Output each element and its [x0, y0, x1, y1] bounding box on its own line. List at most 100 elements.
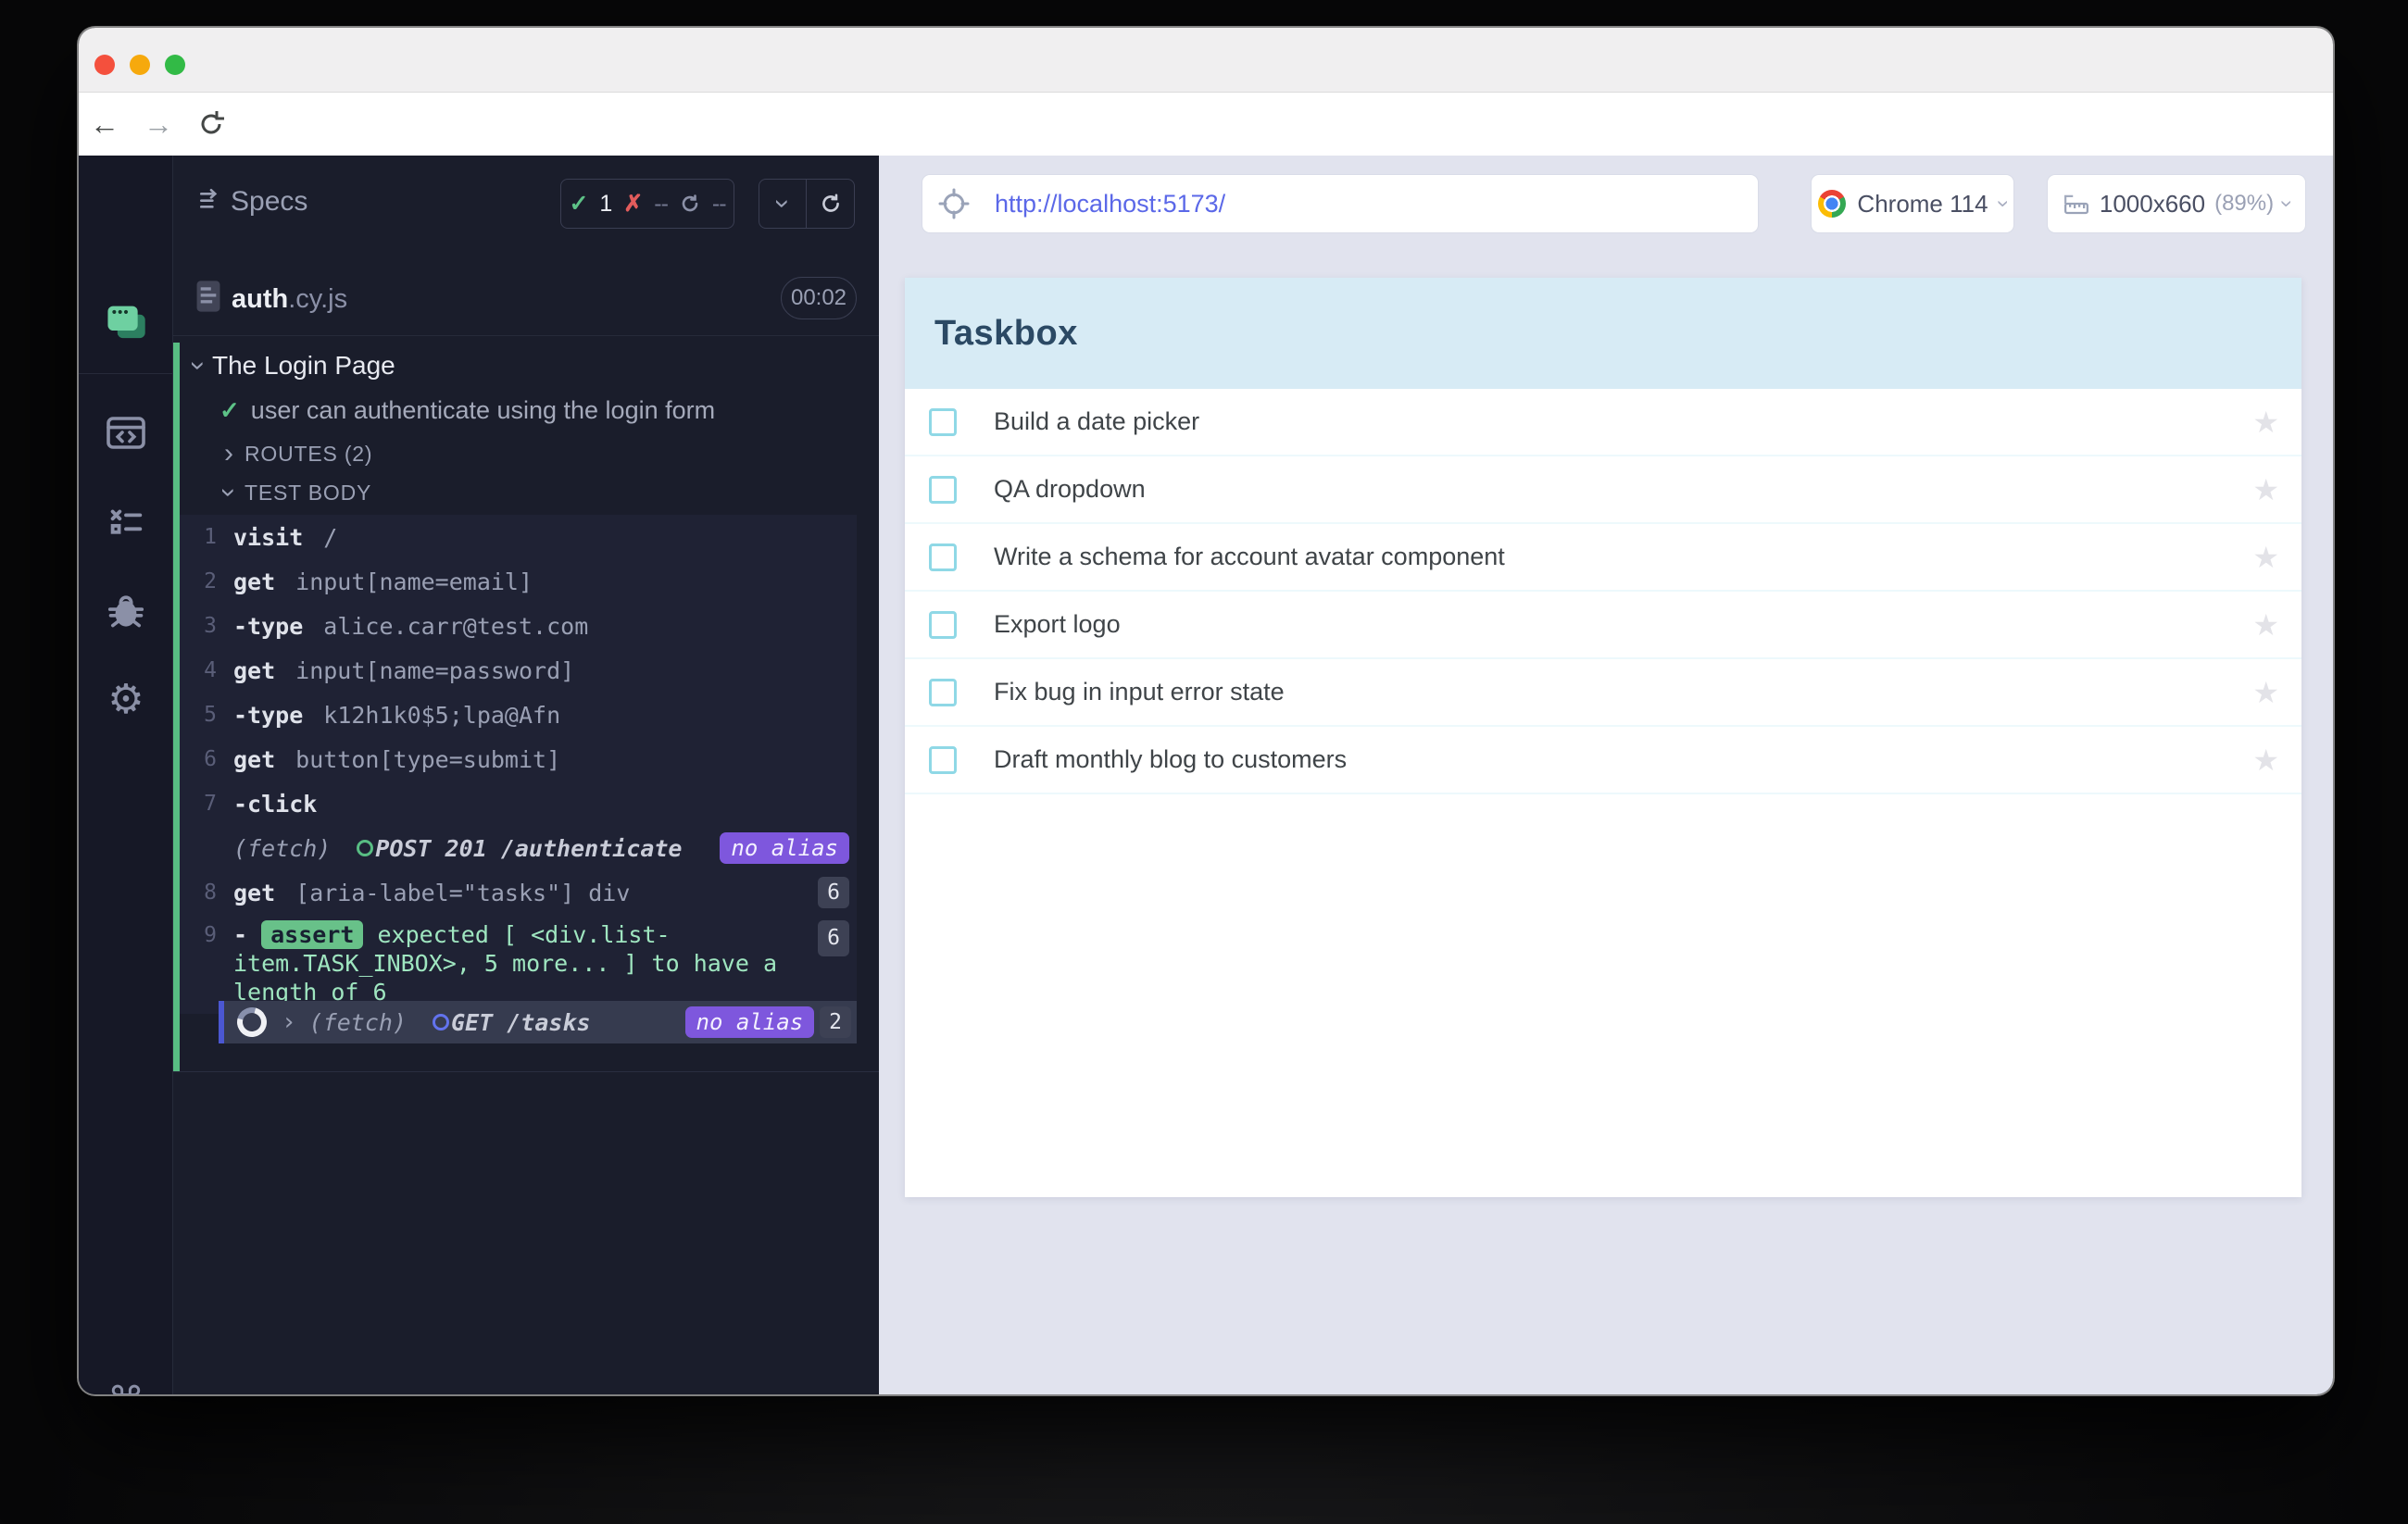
- spec-file-icon: [195, 280, 221, 313]
- pin-star-icon[interactable]: ★: [2252, 743, 2279, 778]
- chevron-down-icon: ›: [184, 361, 212, 370]
- reporter-panel: Specs ✓ 1 ✗ -- -- ›: [173, 156, 879, 1394]
- test-row[interactable]: ✓ user can authenticate using the login …: [173, 394, 879, 426]
- element-count-badge: 6: [818, 877, 849, 908]
- minimize-window-button[interactable]: [130, 55, 150, 75]
- assert-badge: assert: [261, 920, 363, 949]
- suite-title: The Login Page: [212, 351, 395, 381]
- reload-icon[interactable]: [191, 93, 232, 156]
- request-status-ring-icon: [433, 1014, 449, 1031]
- viewport-zoom: (89%): [2214, 191, 2274, 217]
- failed-count: --: [654, 191, 668, 218]
- task-row[interactable]: Export logo ★: [905, 592, 2301, 659]
- no-alias-badge: no alias: [720, 832, 849, 864]
- collapse-chevron-icon[interactable]: ›: [759, 180, 807, 228]
- loading-spinner-icon: [232, 1002, 272, 1043]
- task-row[interactable]: QA dropdown ★: [905, 456, 2301, 524]
- browsers-app-icon[interactable]: [79, 302, 173, 344]
- pin-star-icon[interactable]: ★: [2252, 675, 2279, 710]
- task-checkbox[interactable]: [929, 746, 957, 774]
- cypress-sidebar: ⚙ ⌘ cy: [79, 156, 173, 1394]
- cypress-app: ⚙ ⌘ cy Specs ✓ 1 ✗: [79, 156, 2333, 1394]
- pin-star-icon[interactable]: ★: [2252, 472, 2279, 507]
- runs-checklist-icon[interactable]: [79, 502, 173, 544]
- forward-icon[interactable]: →: [138, 93, 179, 156]
- close-window-button[interactable]: [94, 55, 115, 75]
- request-status-ring-icon: [357, 840, 373, 856]
- task-checkbox[interactable]: [929, 679, 957, 706]
- task-checkbox[interactable]: [929, 611, 957, 639]
- command-log: 1 visit / 2 get input[name=email] 3 -typ…: [180, 515, 857, 1014]
- rerun-icon[interactable]: [807, 180, 854, 228]
- task-checkbox[interactable]: [929, 476, 957, 504]
- pin-star-icon[interactable]: ★: [2252, 540, 2279, 575]
- suite-row[interactable]: › The Login Page: [173, 350, 879, 381]
- task-row[interactable]: Write a schema for account avatar compon…: [905, 524, 2301, 592]
- debug-bug-icon[interactable]: [79, 590, 173, 632]
- task-checkbox[interactable]: [929, 408, 957, 436]
- chevron-right-icon: ›: [224, 440, 233, 468]
- command-row[interactable]: 6 get button[type=submit]: [180, 737, 857, 781]
- chevron-right-icon: ›: [282, 1010, 296, 1034]
- pending-icon: [679, 193, 701, 215]
- routes-section-row[interactable]: › ROUTES (2): [173, 438, 879, 469]
- keyboard-shortcuts-icon[interactable]: ⌘: [79, 1380, 173, 1394]
- task-checkbox[interactable]: [929, 543, 957, 571]
- request-count-badge: 2: [820, 1006, 851, 1038]
- chevron-down-icon: ›: [215, 488, 243, 497]
- viewport-size: 1000x660: [2100, 190, 2205, 219]
- desktop-background: ← → i localhost:5173/__/#/specs/runner?f…: [0, 0, 2408, 1524]
- aut-url-text[interactable]: http://localhost:5173/: [995, 190, 1225, 219]
- task-row[interactable]: Fix bug in input error state ★: [905, 659, 2301, 727]
- command-row[interactable]: 5 -type k12h1k0$5;lpa@Afn: [180, 693, 857, 737]
- pin-star-icon[interactable]: ★: [2252, 607, 2279, 643]
- chevron-down-icon: ›: [2276, 200, 2298, 207]
- passed-check-icon: ✓: [569, 190, 588, 218]
- task-row[interactable]: Build a date picker ★: [905, 389, 2301, 456]
- run-controls: ›: [759, 179, 855, 229]
- viewport-selector[interactable]: 1000x660 (89%) ›: [2047, 174, 2306, 233]
- command-row[interactable]: 8 get [aria-label="tasks"] div 6: [180, 870, 857, 915]
- selector-playground-icon[interactable]: [937, 187, 971, 220]
- settings-gear-icon[interactable]: ⚙: [79, 676, 173, 723]
- back-icon[interactable]: ←: [84, 93, 125, 156]
- spec-file-row[interactable]: auth.cy.js 00:02: [173, 264, 879, 335]
- command-row[interactable]: 7 -click: [180, 781, 857, 826]
- failed-x-icon: ✗: [623, 190, 643, 218]
- task-row[interactable]: Draft monthly blog to customers ★: [905, 727, 2301, 794]
- browser-window: ← → i localhost:5173/__/#/specs/runner?f…: [79, 28, 2333, 1394]
- pin-star-icon[interactable]: ★: [2252, 405, 2279, 440]
- browser-selector[interactable]: Chrome 114 ›: [1811, 174, 2014, 233]
- aut-panel: http://localhost:5173/ Chrome 114 › 1000…: [879, 156, 2333, 1394]
- test-body-label: TEST BODY: [245, 481, 371, 506]
- command-row[interactable]: 3 -type alice.carr@test.com: [180, 604, 857, 648]
- chrome-logo-icon: [1818, 190, 1846, 218]
- browser-name: Chrome 114: [1857, 190, 1988, 219]
- test-body-section-row[interactable]: › TEST BODY: [173, 477, 879, 508]
- divider: [173, 1071, 879, 1072]
- no-alias-badge: no alias: [685, 1006, 815, 1038]
- browser-toolbar: ← → i localhost:5173/__/#/specs/runner?f…: [79, 93, 2333, 156]
- specs-list-icon[interactable]: [195, 185, 227, 215]
- command-row[interactable]: 2 get input[name=email]: [180, 559, 857, 604]
- aut-url-bar[interactable]: http://localhost:5173/: [922, 174, 1759, 233]
- passed-count: 1: [599, 191, 612, 218]
- element-count-badge: 6: [818, 920, 849, 956]
- command-row[interactable]: 1 visit /: [180, 515, 857, 559]
- chevron-down-icon: ›: [1992, 200, 2014, 207]
- routes-label: ROUTES (2): [245, 442, 372, 467]
- specs-code-window-icon[interactable]: [79, 411, 173, 456]
- xhr-get-row-selected[interactable]: › (fetch) GET /tasks no alias 2: [219, 1001, 857, 1043]
- sidebar-divider: [79, 373, 173, 374]
- app-under-test-frame: Taskbox Build a date picker ★ QA dropdow…: [905, 278, 2301, 1197]
- assertion-row[interactable]: 9 - assert expected [ <div.list-item.TAS…: [180, 915, 857, 1014]
- xhr-post-row[interactable]: (fetch) POST 201 /authenticate no alias: [180, 826, 857, 870]
- run-stats[interactable]: ✓ 1 ✗ -- --: [560, 179, 734, 229]
- maximize-window-button[interactable]: [165, 55, 185, 75]
- specs-title: Specs: [231, 186, 307, 218]
- taskbox-title: Taskbox: [934, 314, 1078, 354]
- command-row[interactable]: 4 get input[name=password]: [180, 648, 857, 693]
- spec-duration-badge: 00:02: [781, 277, 857, 319]
- pending-count: --: [712, 191, 726, 218]
- window-titlebar: [79, 28, 2333, 93]
